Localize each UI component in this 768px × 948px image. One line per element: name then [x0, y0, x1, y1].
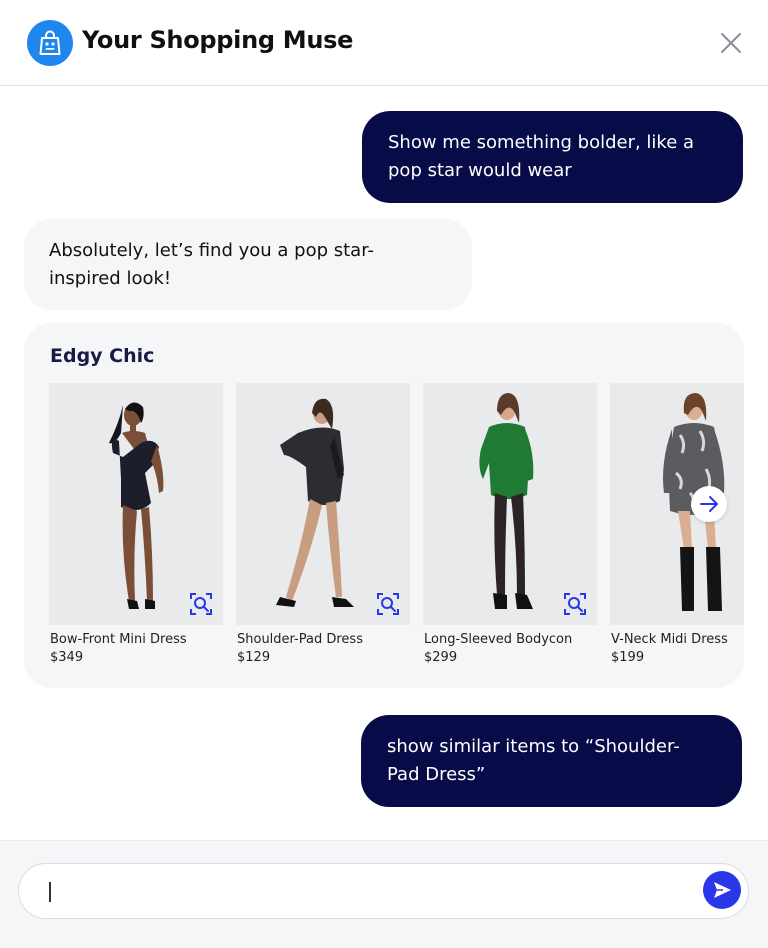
- product-image[interactable]: [49, 383, 223, 625]
- user-message: Show me something bolder, like a pop sta…: [362, 111, 743, 203]
- message-input-box[interactable]: [18, 863, 749, 919]
- text-cursor: [49, 882, 51, 902]
- shopping-bag-icon: [27, 20, 73, 66]
- message-line: inspired look!: [49, 268, 172, 289]
- product-image[interactable]: [236, 383, 410, 625]
- dress-shape: [479, 423, 529, 499]
- product-name[interactable]: Bow-Front Mini Dress: [50, 632, 187, 647]
- product-price: $199: [611, 650, 645, 665]
- product-price: $349: [50, 650, 84, 665]
- visual-search-icon[interactable]: [563, 592, 587, 616]
- product-card[interactable]: Bow-Front Mini Dress $349: [49, 383, 223, 673]
- product-name[interactable]: Long-Sleeved Bodycon: [424, 632, 572, 647]
- arrow-right-icon[interactable]: [691, 486, 727, 522]
- assistant-message: Absolutely, let’s find you a pop star- i…: [24, 219, 472, 310]
- chat-title: Your Shopping Muse: [82, 26, 354, 54]
- product-card[interactable]: Shoulder-Pad Dress $129: [236, 383, 410, 673]
- message-line: pop star would wear: [388, 160, 572, 181]
- message-line: Show me something bolder, like a: [388, 132, 695, 153]
- message-line: Absolutely, let’s find you a pop star-: [49, 240, 374, 261]
- product-name[interactable]: Shoulder-Pad Dress: [237, 632, 363, 647]
- product-carousel-card: Edgy Chic Bow-Front Mini Dress $349 Shou…: [24, 323, 744, 688]
- product-card[interactable]: Long-Sleeved Bodycon $299: [423, 383, 597, 673]
- close-icon[interactable]: [718, 30, 744, 56]
- visual-search-icon[interactable]: [189, 592, 213, 616]
- product-name[interactable]: V-Neck Midi Dress: [611, 632, 728, 647]
- send-icon[interactable]: [703, 871, 741, 909]
- product-price: $299: [424, 650, 458, 665]
- chat-header: Your Shopping Muse: [0, 0, 768, 86]
- message-line: show similar items to “Shoulder-: [387, 736, 680, 757]
- visual-search-icon[interactable]: [376, 592, 400, 616]
- product-card[interactable]: V-Neck Midi Dress $199: [610, 383, 744, 673]
- user-message: show similar items to “Shoulder- Pad Dre…: [361, 715, 742, 807]
- message-input[interactable]: [47, 876, 691, 908]
- product-price: $129: [237, 650, 271, 665]
- message-line: Pad Dress”: [387, 764, 486, 785]
- product-image[interactable]: [423, 383, 597, 625]
- dress-shape: [111, 439, 159, 511]
- product-carousel: Bow-Front Mini Dress $349 Shoulder-Pad D…: [49, 383, 744, 683]
- carousel-title: Edgy Chic: [50, 345, 155, 367]
